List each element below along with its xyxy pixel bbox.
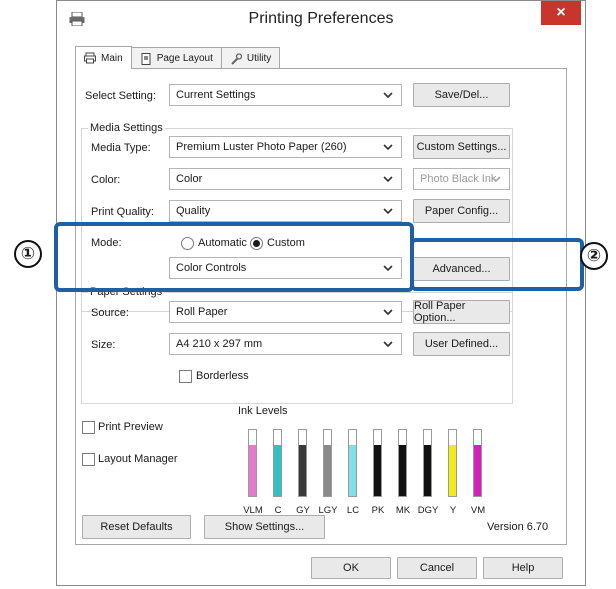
chevron-down-icon bbox=[383, 341, 393, 348]
ink-bar-dgy bbox=[423, 429, 432, 497]
callout-number-1: ① bbox=[14, 240, 42, 268]
chevron-down-icon bbox=[383, 92, 393, 99]
cancel-button[interactable]: Cancel bbox=[397, 557, 477, 579]
wrench-icon bbox=[231, 52, 242, 65]
print-preview-label[interactable]: Print Preview bbox=[98, 421, 163, 433]
ink-fill-dgy bbox=[424, 444, 431, 496]
close-icon: × bbox=[556, 4, 566, 21]
ink-fill-y bbox=[449, 444, 456, 496]
page-icon bbox=[141, 52, 151, 65]
color-value: Color bbox=[176, 173, 203, 185]
roll-paper-option-button[interactable]: Roll Paper Option... bbox=[413, 300, 510, 324]
color-label: Color: bbox=[91, 174, 121, 186]
size-dropdown[interactable]: A4 210 x 297 mm bbox=[169, 333, 402, 355]
ink-bar-mk bbox=[398, 429, 407, 497]
borderless-checkbox[interactable] bbox=[179, 370, 192, 383]
media-type-value: Premium Luster Photo Paper (260) bbox=[176, 141, 347, 153]
source-value: Roll Paper bbox=[176, 306, 228, 318]
ink-fill-vm bbox=[474, 444, 481, 496]
custom-settings-button[interactable]: Custom Settings... bbox=[413, 135, 510, 159]
reset-defaults-button[interactable]: Reset Defaults bbox=[82, 515, 191, 539]
ink-fill-pk bbox=[374, 444, 381, 496]
ink-levels-panel: Ink Levels VLM C GY LGY LC PK MK DGY Y VM bbox=[228, 405, 508, 516]
select-setting-label: Select Setting: bbox=[85, 90, 156, 102]
window-title: Printing Preferences bbox=[248, 10, 394, 27]
tab-page-layout[interactable]: Page Layout bbox=[130, 47, 222, 69]
close-button[interactable]: × bbox=[541, 1, 581, 25]
chevron-down-icon bbox=[383, 309, 393, 316]
size-label: Size: bbox=[91, 339, 116, 351]
chevron-down-icon bbox=[383, 144, 393, 151]
ink-type-value: Photo Black Ink bbox=[420, 173, 497, 185]
callout-box-2 bbox=[410, 238, 584, 291]
tab-strip: Main Page Layout Utility bbox=[75, 46, 281, 69]
chevron-down-icon bbox=[383, 176, 393, 183]
show-settings-button[interactable]: Show Settings... bbox=[204, 515, 325, 539]
print-preview-checkbox[interactable] bbox=[82, 421, 95, 434]
ink-bar-gy bbox=[298, 429, 307, 497]
ink-bar-pk bbox=[373, 429, 382, 497]
ink-fill-vlm bbox=[249, 444, 256, 496]
ink-bar-vm bbox=[473, 429, 482, 497]
help-button[interactable]: Help bbox=[483, 557, 563, 579]
user-defined-button[interactable]: User Defined... bbox=[413, 332, 510, 356]
ink-fill-lgy bbox=[324, 444, 331, 496]
print-quality-label: Print Quality: bbox=[91, 206, 154, 218]
tab-page-layout-label: Page Layout bbox=[156, 53, 213, 64]
print-quality-dropdown[interactable]: Quality bbox=[169, 200, 402, 222]
tab-main-label: Main bbox=[101, 52, 123, 64]
media-type-dropdown[interactable]: Premium Luster Photo Paper (260) bbox=[169, 136, 402, 158]
tab-main[interactable]: Main bbox=[75, 46, 132, 69]
ink-fill-gy bbox=[299, 444, 306, 496]
main-tab-panel: Select Setting: Current Settings Save/De… bbox=[75, 68, 567, 545]
media-settings-title: Media Settings bbox=[88, 122, 165, 134]
layout-manager-label[interactable]: Layout Manager bbox=[98, 453, 178, 465]
ink-bar-vlm bbox=[248, 429, 257, 497]
tab-utility[interactable]: Utility bbox=[220, 47, 281, 69]
ok-button[interactable]: OK bbox=[311, 557, 391, 579]
borderless-label[interactable]: Borderless bbox=[196, 370, 249, 382]
select-setting-dropdown[interactable]: Current Settings bbox=[169, 84, 402, 106]
ink-label-vm: VM bbox=[470, 505, 486, 516]
chevron-down-icon bbox=[383, 208, 393, 215]
select-setting-value: Current Settings bbox=[176, 89, 256, 101]
paper-config-button[interactable]: Paper Config... bbox=[413, 199, 510, 223]
ink-levels-title: Ink Levels bbox=[236, 405, 290, 417]
ink-fill-lc bbox=[349, 444, 356, 496]
save-del-button[interactable]: Save/Del... bbox=[413, 83, 510, 107]
print-quality-value: Quality bbox=[176, 205, 211, 217]
media-type-label: Media Type: bbox=[91, 142, 151, 154]
printer-icon bbox=[84, 52, 96, 64]
printing-preferences-window: Printing Preferences × Main Page Layout bbox=[56, 0, 586, 586]
layout-manager-checkbox[interactable] bbox=[82, 453, 95, 466]
ink-fill-mk bbox=[399, 444, 406, 496]
source-dropdown[interactable]: Roll Paper bbox=[169, 301, 402, 323]
ink-bar-c bbox=[273, 429, 282, 497]
ink-bar-y bbox=[448, 429, 457, 497]
tab-utility-label: Utility bbox=[246, 53, 272, 64]
ink-bar-lc bbox=[348, 429, 357, 497]
ink-bar-lgy bbox=[323, 429, 332, 497]
source-label: Source: bbox=[91, 307, 129, 319]
callout-box-1 bbox=[54, 222, 414, 292]
callout-number-2: ② bbox=[580, 242, 608, 270]
size-value: A4 210 x 297 mm bbox=[176, 338, 263, 350]
version-label: Version 6.70 bbox=[487, 521, 549, 533]
chevron-down-icon bbox=[491, 176, 501, 183]
title-bar[interactable]: Printing Preferences × bbox=[57, 1, 585, 39]
color-dropdown[interactable]: Color bbox=[169, 168, 402, 190]
ink-type-dropdown[interactable]: Photo Black Ink bbox=[413, 168, 510, 190]
ink-fill-c bbox=[274, 444, 281, 496]
